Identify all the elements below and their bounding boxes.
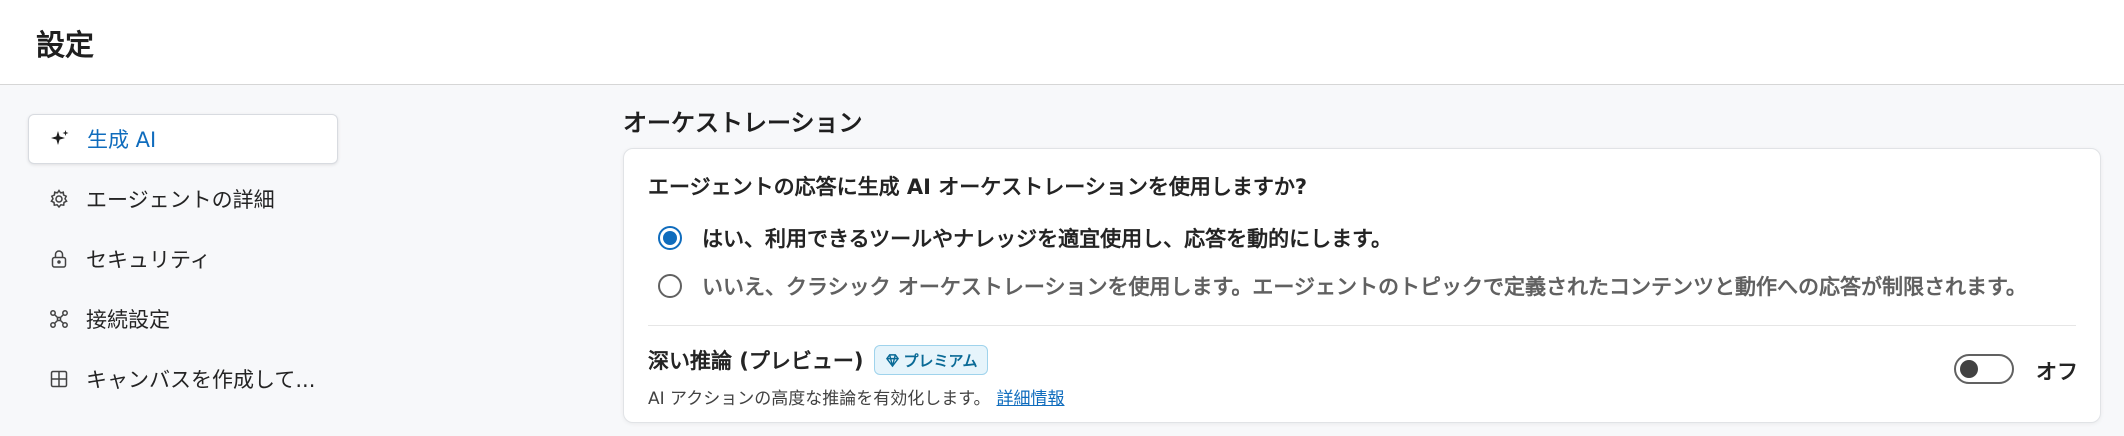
sidebar-item-connection-settings[interactable]: 接続設定: [28, 294, 338, 344]
deep-reasoning-description: AI アクションの高度な推論を有効化します。 詳細情報: [648, 384, 1065, 409]
diamond-icon: [885, 353, 900, 368]
radio-label: はい、利用できるツールやナレッジを適宜使用し、応答を動的にします。: [702, 227, 1393, 251]
sidebar-item-canvas[interactable]: キャンバスを作成して...: [28, 354, 338, 404]
learn-more-link[interactable]: 詳細情報: [997, 389, 1065, 409]
sidebar: 生成 AI エージェントの詳細 セキュリティ 接続設定 キャンバスを作成して..…: [28, 114, 338, 414]
sidebar-item-label: 生成 AI: [87, 128, 157, 152]
premium-badge-label: プレミアム: [903, 351, 978, 370]
deep-reasoning-title: 深い推論 (プレビュー): [648, 349, 864, 373]
description-text: AI アクションの高度な推論を有効化します。: [648, 389, 991, 409]
sidebar-item-generative-ai[interactable]: 生成 AI: [28, 114, 338, 164]
toggle-state-label: オフ: [2036, 360, 2078, 384]
radio-option-no[interactable]: いいえ、クラシック オーケストレーションを使用します。エージェントのトピックで定…: [658, 271, 2027, 301]
radio-label: いいえ、クラシック オーケストレーションを使用します。エージェントのトピックで定…: [702, 275, 2027, 299]
sidebar-item-label: エージェントの詳細: [86, 188, 275, 212]
radio-button[interactable]: [658, 274, 682, 298]
radio-option-yes[interactable]: はい、利用できるツールやナレッジを適宜使用し、応答を動的にします。: [658, 223, 1392, 253]
radio-button-checked[interactable]: [658, 226, 682, 250]
deep-reasoning-header: 深い推論 (プレビュー) プレミアム: [648, 345, 989, 375]
sidebar-item-label: セキュリティ: [86, 248, 211, 272]
grid-icon: [48, 368, 70, 390]
sidebar-item-label: 接続設定: [86, 308, 170, 332]
divider: [648, 325, 2076, 326]
deep-reasoning-toggle[interactable]: [1954, 354, 2014, 384]
lock-icon: [48, 248, 70, 270]
gear-icon: [48, 188, 70, 210]
orchestration-question: エージェントの応答に生成 AI オーケストレーションを使用しますか?: [648, 175, 1308, 199]
sparkle-icon: [49, 128, 71, 150]
connection-icon: [48, 308, 70, 330]
premium-badge: プレミアム: [873, 345, 989, 375]
sidebar-item-security[interactable]: セキュリティ: [28, 234, 338, 284]
page-title: 設定: [36, 28, 95, 62]
sidebar-item-agent-details[interactable]: エージェントの詳細: [28, 174, 338, 224]
sidebar-item-label: キャンバスを作成して...: [86, 368, 316, 392]
toggle-knob: [1960, 360, 1978, 378]
section-title: オーケストレーション: [623, 109, 863, 137]
orchestration-card: エージェントの応答に生成 AI オーケストレーションを使用しますか? はい、利用…: [623, 148, 2101, 423]
top-bar: 設定: [0, 0, 2124, 85]
